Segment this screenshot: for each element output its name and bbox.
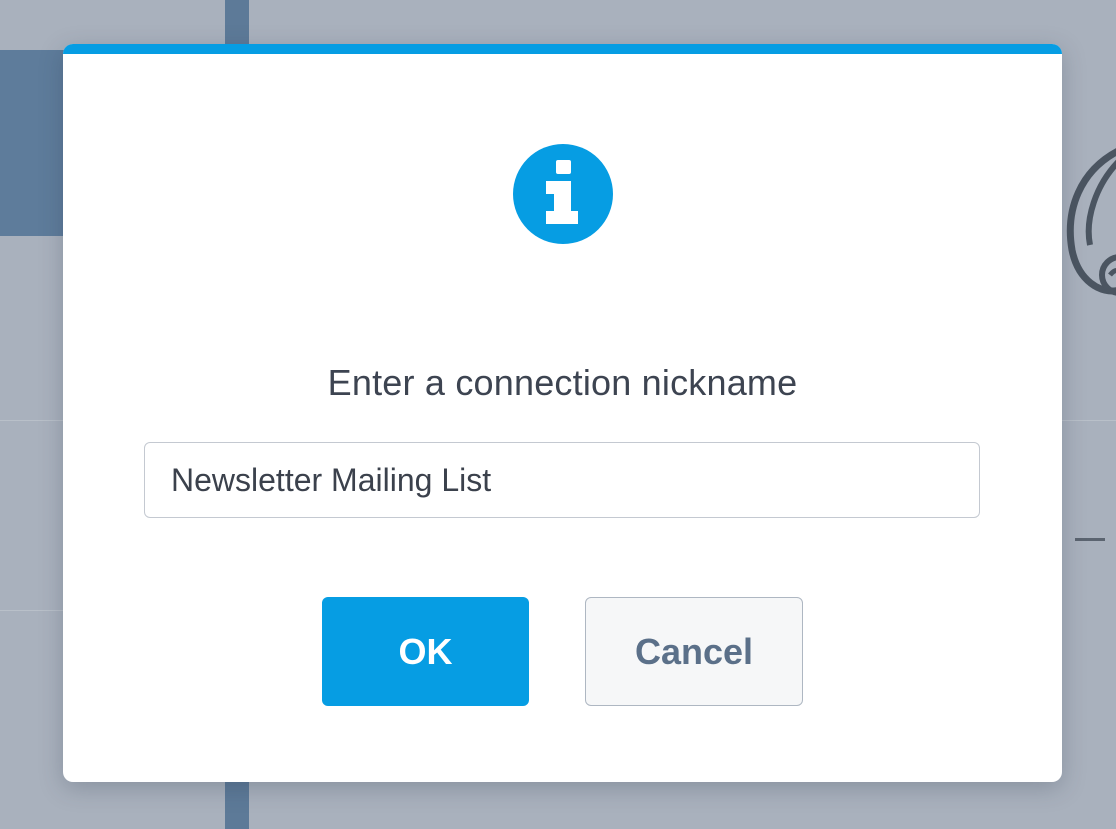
mascot-illustration-icon: [1066, 148, 1116, 296]
dialog-prompt: Enter a connection nickname: [327, 362, 798, 403]
info-icon: [513, 144, 613, 244]
dialog-accent-bar: [63, 44, 1062, 54]
connection-nickname-input[interactable]: [144, 442, 980, 518]
cancel-button[interactable]: Cancel: [585, 597, 803, 706]
nickname-dialog: Enter a connection nickname OK Cancel: [63, 44, 1062, 782]
ok-button[interactable]: OK: [322, 597, 529, 706]
background-dash: [1075, 538, 1105, 541]
background-sidebar-panel: [0, 50, 64, 236]
